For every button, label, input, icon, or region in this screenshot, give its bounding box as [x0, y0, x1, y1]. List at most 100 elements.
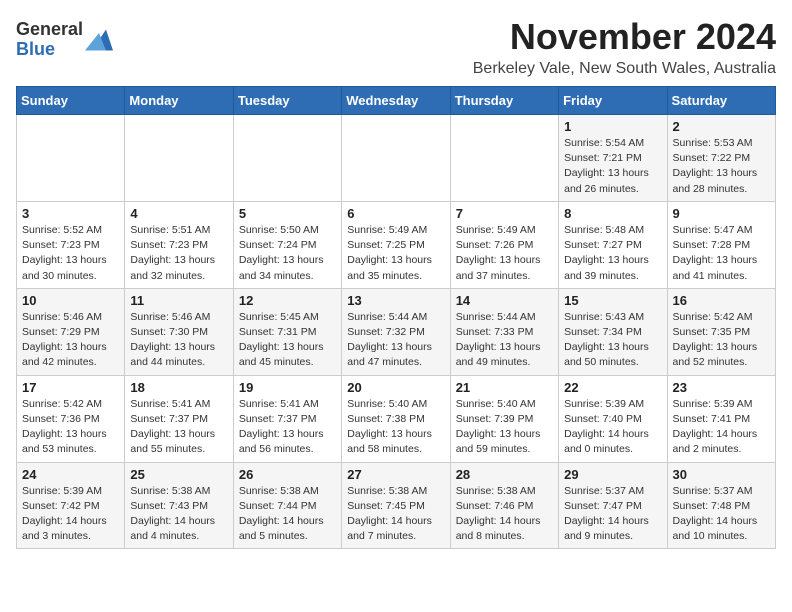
- calendar-week-4: 17 Sunrise: 5:42 AM Sunset: 7:36 PM Dayli…: [17, 375, 776, 462]
- column-header-tuesday: Tuesday: [233, 87, 341, 115]
- day-number: 4: [130, 206, 227, 221]
- column-header-monday: Monday: [125, 87, 233, 115]
- day-number: 18: [130, 380, 227, 395]
- calendar-cell: 2 Sunrise: 5:53 AM Sunset: 7:22 PM Daylig…: [667, 115, 775, 202]
- calendar-cell: 15Sunrise: 5:43 AM Sunset: 7:34 PM Dayli…: [559, 288, 667, 375]
- logo-blue: Blue: [16, 39, 55, 59]
- day-number: 2: [673, 119, 770, 134]
- day-info: Sunrise: 5:54 AM Sunset: 7:21 PM Dayligh…: [564, 136, 661, 197]
- day-info: Sunrise: 5:49 AM Sunset: 7:26 PM Dayligh…: [456, 223, 553, 284]
- day-number: 19: [239, 380, 336, 395]
- column-header-friday: Friday: [559, 87, 667, 115]
- day-info: Sunrise: 5:38 AM Sunset: 7:45 PM Dayligh…: [347, 484, 444, 545]
- day-number: 28: [456, 467, 553, 482]
- day-number: 23: [673, 380, 770, 395]
- day-number: 7: [456, 206, 553, 221]
- calendar-cell: 6Sunrise: 5:49 AM Sunset: 7:25 PM Daylig…: [342, 201, 450, 288]
- day-number: 14: [456, 293, 553, 308]
- calendar-cell: 24 Sunrise: 5:39 AM Sunset: 7:42 PM Dayli…: [17, 462, 125, 549]
- calendar-cell: 8 Sunrise: 5:48 AM Sunset: 7:27 PM Daylig…: [559, 201, 667, 288]
- day-number: 5: [239, 206, 336, 221]
- day-number: 1: [564, 119, 661, 134]
- calendar-cell: 13 Sunrise: 5:44 AM Sunset: 7:32 PM Dayli…: [342, 288, 450, 375]
- calendar-cell: 20 Sunrise: 5:40 AM Sunset: 7:38 PM Dayli…: [342, 375, 450, 462]
- day-info: Sunrise: 5:37 AM Sunset: 7:47 PM Dayligh…: [564, 484, 661, 545]
- day-info: Sunrise: 5:42 AM Sunset: 7:36 PM Dayligh…: [22, 397, 119, 458]
- calendar-cell: 7 Sunrise: 5:49 AM Sunset: 7:26 PM Daylig…: [450, 201, 558, 288]
- day-info: Sunrise: 5:44 AM Sunset: 7:33 PM Dayligh…: [456, 310, 553, 371]
- day-info: Sunrise: 5:48 AM Sunset: 7:27 PM Dayligh…: [564, 223, 661, 284]
- calendar-cell: 26 Sunrise: 5:38 AM Sunset: 7:44 PM Dayli…: [233, 462, 341, 549]
- calendar-cell: [125, 115, 233, 202]
- day-number: 29: [564, 467, 661, 482]
- day-info: Sunrise: 5:39 AM Sunset: 7:40 PM Dayligh…: [564, 397, 661, 458]
- calendar-cell: [342, 115, 450, 202]
- calendar-week-3: 10Sunrise: 5:46 AM Sunset: 7:29 PM Dayli…: [17, 288, 776, 375]
- calendar-cell: 5 Sunrise: 5:50 AM Sunset: 7:24 PM Daylig…: [233, 201, 341, 288]
- day-number: 24: [22, 467, 119, 482]
- calendar-cell: 25Sunrise: 5:38 AM Sunset: 7:43 PM Dayli…: [125, 462, 233, 549]
- day-info: Sunrise: 5:51 AM Sunset: 7:23 PM Dayligh…: [130, 223, 227, 284]
- column-header-wednesday: Wednesday: [342, 87, 450, 115]
- day-number: 21: [456, 380, 553, 395]
- calendar-cell: 1 Sunrise: 5:54 AM Sunset: 7:21 PM Daylig…: [559, 115, 667, 202]
- calendar-week-2: 3 Sunrise: 5:52 AM Sunset: 7:23 PM Daylig…: [17, 201, 776, 288]
- calendar-cell: 17 Sunrise: 5:42 AM Sunset: 7:36 PM Dayli…: [17, 375, 125, 462]
- day-number: 16: [673, 293, 770, 308]
- day-info: Sunrise: 5:38 AM Sunset: 7:44 PM Dayligh…: [239, 484, 336, 545]
- calendar-cell: 10Sunrise: 5:46 AM Sunset: 7:29 PM Dayli…: [17, 288, 125, 375]
- day-number: 27: [347, 467, 444, 482]
- day-info: Sunrise: 5:39 AM Sunset: 7:42 PM Dayligh…: [22, 484, 119, 545]
- column-header-saturday: Saturday: [667, 87, 775, 115]
- calendar-cell: 9Sunrise: 5:47 AM Sunset: 7:28 PM Daylig…: [667, 201, 775, 288]
- day-info: Sunrise: 5:42 AM Sunset: 7:35 PM Dayligh…: [673, 310, 770, 371]
- calendar-cell: 28 Sunrise: 5:38 AM Sunset: 7:46 PM Dayli…: [450, 462, 558, 549]
- logo: General Blue: [16, 20, 113, 60]
- day-info: Sunrise: 5:41 AM Sunset: 7:37 PM Dayligh…: [239, 397, 336, 458]
- day-number: 30: [673, 467, 770, 482]
- day-number: 22: [564, 380, 661, 395]
- day-info: Sunrise: 5:45 AM Sunset: 7:31 PM Dayligh…: [239, 310, 336, 371]
- day-number: 26: [239, 467, 336, 482]
- day-info: Sunrise: 5:38 AM Sunset: 7:46 PM Dayligh…: [456, 484, 553, 545]
- day-number: 3: [22, 206, 119, 221]
- day-info: Sunrise: 5:46 AM Sunset: 7:29 PM Dayligh…: [22, 310, 119, 371]
- column-header-thursday: Thursday: [450, 87, 558, 115]
- day-info: Sunrise: 5:49 AM Sunset: 7:25 PM Dayligh…: [347, 223, 444, 284]
- day-info: Sunrise: 5:46 AM Sunset: 7:30 PM Dayligh…: [130, 310, 227, 371]
- header: General Blue November 2024 Berkeley Vale…: [16, 16, 776, 78]
- day-info: Sunrise: 5:47 AM Sunset: 7:28 PM Dayligh…: [673, 223, 770, 284]
- calendar-cell: [233, 115, 341, 202]
- calendar-cell: 23 Sunrise: 5:39 AM Sunset: 7:41 PM Dayli…: [667, 375, 775, 462]
- calendar-cell: 27 Sunrise: 5:38 AM Sunset: 7:45 PM Dayli…: [342, 462, 450, 549]
- day-number: 17: [22, 380, 119, 395]
- calendar-cell: 14 Sunrise: 5:44 AM Sunset: 7:33 PM Dayli…: [450, 288, 558, 375]
- day-number: 8: [564, 206, 661, 221]
- day-info: Sunrise: 5:40 AM Sunset: 7:38 PM Dayligh…: [347, 397, 444, 458]
- day-info: Sunrise: 5:37 AM Sunset: 7:48 PM Dayligh…: [673, 484, 770, 545]
- day-info: Sunrise: 5:39 AM Sunset: 7:41 PM Dayligh…: [673, 397, 770, 458]
- day-info: Sunrise: 5:44 AM Sunset: 7:32 PM Dayligh…: [347, 310, 444, 371]
- title-area: November 2024 Berkeley Vale, New South W…: [473, 16, 776, 78]
- logo-general: General: [16, 19, 83, 39]
- day-number: 11: [130, 293, 227, 308]
- column-header-sunday: Sunday: [17, 87, 125, 115]
- logo-icon: [85, 26, 113, 54]
- calendar-header-row: SundayMondayTuesdayWednesdayThursdayFrid…: [17, 87, 776, 115]
- month-title: November 2024: [473, 16, 776, 58]
- day-info: Sunrise: 5:41 AM Sunset: 7:37 PM Dayligh…: [130, 397, 227, 458]
- day-number: 13: [347, 293, 444, 308]
- calendar-cell: 11 Sunrise: 5:46 AM Sunset: 7:30 PM Dayli…: [125, 288, 233, 375]
- calendar-cell: 22 Sunrise: 5:39 AM Sunset: 7:40 PM Dayli…: [559, 375, 667, 462]
- calendar-cell: 21Sunrise: 5:40 AM Sunset: 7:39 PM Dayli…: [450, 375, 558, 462]
- day-info: Sunrise: 5:50 AM Sunset: 7:24 PM Dayligh…: [239, 223, 336, 284]
- day-info: Sunrise: 5:52 AM Sunset: 7:23 PM Dayligh…: [22, 223, 119, 284]
- calendar: SundayMondayTuesdayWednesdayThursdayFrid…: [16, 86, 776, 549]
- calendar-cell: 30 Sunrise: 5:37 AM Sunset: 7:48 PM Dayli…: [667, 462, 775, 549]
- calendar-cell: 3 Sunrise: 5:52 AM Sunset: 7:23 PM Daylig…: [17, 201, 125, 288]
- day-info: Sunrise: 5:53 AM Sunset: 7:22 PM Dayligh…: [673, 136, 770, 197]
- calendar-cell: 18 Sunrise: 5:41 AM Sunset: 7:37 PM Dayli…: [125, 375, 233, 462]
- day-number: 20: [347, 380, 444, 395]
- calendar-cell: [450, 115, 558, 202]
- calendar-cell: [17, 115, 125, 202]
